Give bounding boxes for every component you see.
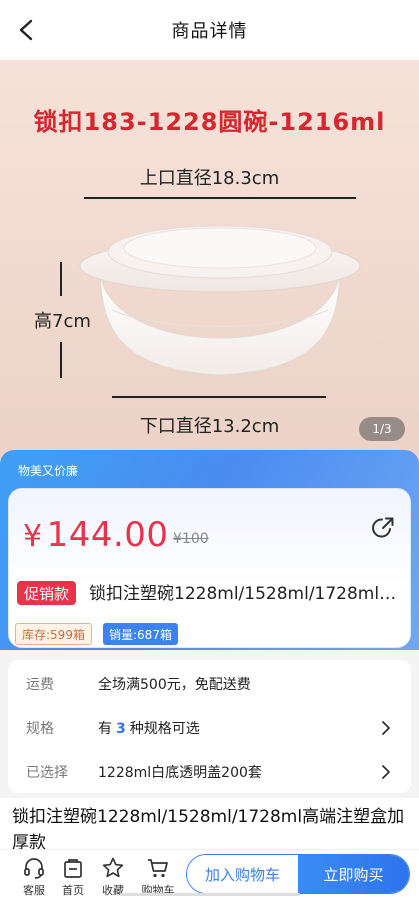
selected-value: 1228ml白底透明盖200套 xyxy=(98,765,262,781)
selected-row[interactable]: 已选择 1228ml白底透明盖200套 xyxy=(8,750,411,794)
page-title: 商品详情 xyxy=(171,21,248,42)
add-to-cart-button[interactable]: 加入购物车 xyxy=(187,855,298,893)
home-indicator xyxy=(120,893,300,896)
spec-row[interactable]: 规格 有 3 种规格可选 xyxy=(8,706,411,750)
dimension-line-bottom xyxy=(112,396,326,398)
currency-symbol: ¥ xyxy=(23,519,43,554)
tab-cart[interactable]: 购物车 xyxy=(138,854,178,897)
buy-now-button[interactable]: 立即购买 xyxy=(298,855,409,893)
dimension-line-left-lower xyxy=(60,342,62,378)
dimension-line-left-upper xyxy=(60,262,62,296)
cart-icon xyxy=(148,859,168,878)
original-price: ¥100 xyxy=(173,531,209,547)
image-caption-top-diameter: 上口直径18.3cm xyxy=(139,168,280,189)
image-caption-bottom-diameter: 下口直径13.2cm xyxy=(139,416,280,437)
shipping-label: 运费 xyxy=(26,677,54,693)
current-price: ¥144.00 xyxy=(23,515,169,555)
chevron-left-icon xyxy=(19,19,33,41)
tab-favorite[interactable]: 收藏 xyxy=(93,854,133,897)
headset-icon xyxy=(24,858,44,879)
spec-prefix: 有 xyxy=(98,721,112,737)
dimension-line-top xyxy=(84,197,356,199)
spec-label: 规格 xyxy=(26,721,54,737)
price-value: 144.00 xyxy=(46,515,169,555)
bowl-product-image xyxy=(79,225,361,376)
spec-suffix: 种规格可选 xyxy=(129,721,200,737)
share-button[interactable] xyxy=(370,515,396,541)
promo-tag: 促销款 xyxy=(17,581,77,605)
shipping-row: 运费 全场满500元，免配送费 xyxy=(8,662,411,706)
image-caption-height: 高7cm xyxy=(34,311,91,332)
image-caption-title: 锁扣183-1228圆碗-1216ml xyxy=(33,108,386,136)
spec-count: 3 xyxy=(116,721,126,737)
purchase-actions: 加入购物车 立即购买 xyxy=(186,854,410,894)
shipping-value: 全场满500元，免配送费 xyxy=(98,677,251,693)
back-button[interactable] xyxy=(12,16,40,44)
header: 商品详情 xyxy=(0,0,419,60)
share-icon xyxy=(372,517,394,538)
product-image-carousel[interactable]: 锁扣183-1228圆碗-1216ml 上口直径18.3cm 高7cm 下口直径… xyxy=(0,60,419,460)
bottom-action-bar: 客服 首页 收藏 购物车 加入购物车 立即购买 xyxy=(0,849,419,899)
sales-badge: 销量:687箱 xyxy=(103,623,178,645)
product-info-list: 运费 全场满500元，免配送费 规格 有 3 种规格可选 已选择 1228ml白底透… xyxy=(8,660,411,793)
price-card: ¥144.00 ¥100 促销款 锁扣注塑碗1228ml/1528ml/1728… xyxy=(8,488,411,648)
chevron-right-icon xyxy=(382,721,390,735)
product-name: 锁扣注塑碗1228ml/1528ml/1728ml高端注塑盒加厚款 xyxy=(89,584,409,604)
spec-value: 有 3 种规格可选 xyxy=(98,718,200,738)
image-pager-indicator: 1/3 xyxy=(359,417,405,441)
stock-badge: 库存:599箱 xyxy=(15,623,92,645)
store-icon xyxy=(64,859,82,878)
product-detail-page: 商品详情 锁扣183-1228圆碗-1216ml 上口直径18.3cm 高7cm… xyxy=(0,0,419,899)
star-icon xyxy=(102,857,124,878)
promo-banner-text: 物美又价廉 xyxy=(18,464,79,478)
chevron-right-icon xyxy=(382,765,390,779)
selected-label: 已选择 xyxy=(26,765,68,781)
